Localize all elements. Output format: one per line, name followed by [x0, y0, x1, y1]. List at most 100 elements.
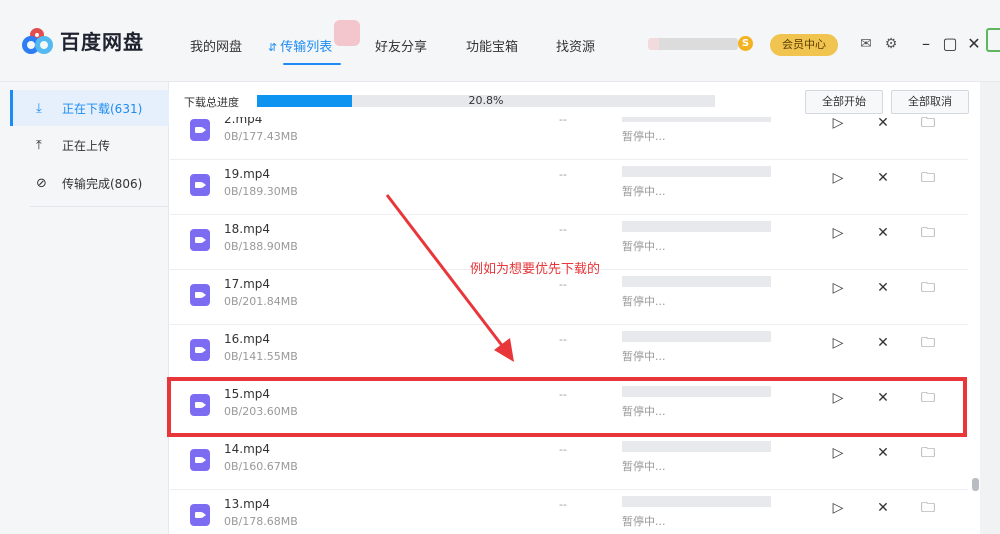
- table-row[interactable]: 14.mp4 0B/160.67MB -- 暂停中... ▷ ✕ 🗀: [170, 435, 968, 490]
- cancel-icon[interactable]: ✕: [875, 170, 891, 186]
- sidebar-item-completed[interactable]: ⊘ 传输完成(806): [10, 165, 169, 201]
- cancel-icon[interactable]: ✕: [875, 335, 891, 351]
- file-size: 0B/189.30MB: [224, 185, 298, 198]
- play-icon[interactable]: ▷: [830, 335, 846, 351]
- file-name: 17.mp4: [224, 277, 271, 291]
- file-progress-bar: [622, 441, 771, 452]
- folder-icon[interactable]: 🗀: [920, 280, 936, 296]
- app-title: 百度网盘: [60, 30, 144, 54]
- file-status: 暂停中...: [622, 185, 666, 198]
- settings-icon[interactable]: ⚙: [883, 36, 899, 52]
- nav-active-underline: [283, 63, 341, 65]
- cancel-icon[interactable]: ✕: [875, 280, 891, 296]
- background-window-edge: [980, 82, 1000, 534]
- file-status: 暂停中...: [622, 295, 666, 308]
- file-status: 暂停中...: [622, 350, 666, 363]
- cancel-icon[interactable]: ✕: [875, 500, 891, 516]
- total-progress-text: 20.8%: [468, 94, 504, 107]
- table-row[interactable]: 17.mp4 0B/201.84MB -- 暂停中... ▷ ✕ 🗀: [170, 270, 968, 325]
- file-name: 16.mp4: [224, 332, 271, 346]
- folder-icon[interactable]: 🗀: [920, 500, 936, 516]
- username-blurred[interactable]: [648, 38, 738, 50]
- download-speed: --: [559, 278, 567, 291]
- folder-icon[interactable]: 🗀: [920, 170, 936, 186]
- download-icon: ⤓: [36, 100, 42, 116]
- file-progress-bar: [622, 221, 771, 232]
- cancel-all-button[interactable]: 全部取消: [891, 90, 969, 114]
- download-list: 2.mp4 0B/177.43MB -- 暂停中... ▷ ✕ 🗀 19.mp4…: [170, 117, 968, 534]
- close-icon[interactable]: ✕: [965, 34, 983, 53]
- download-speed: --: [559, 333, 567, 346]
- download-speed: --: [559, 168, 567, 181]
- file-status: 暂停中...: [622, 130, 666, 143]
- file-name: 14.mp4: [224, 442, 271, 456]
- sidebar: ⤓ 正在下载(631) ⤒ 正在上传 ⊘ 传输完成(806): [0, 82, 169, 534]
- maximize-icon[interactable]: ▢: [941, 34, 959, 53]
- minimize-icon[interactable]: –: [917, 34, 935, 53]
- file-name: 18.mp4: [224, 222, 271, 236]
- file-size: 0B/177.43MB: [224, 130, 298, 143]
- mail-icon[interactable]: ✉: [858, 36, 874, 52]
- folder-icon[interactable]: 🗀: [920, 445, 936, 461]
- play-icon[interactable]: ▷: [830, 225, 846, 241]
- scrollbar-thumb[interactable]: [972, 478, 979, 491]
- file-size: 0B/178.68MB: [224, 515, 298, 528]
- play-icon[interactable]: ▷: [830, 500, 846, 516]
- file-size: 0B/201.84MB: [224, 295, 298, 308]
- upload-icon: ⤒: [36, 137, 42, 153]
- annotation-text: 例如为想要优先下载的: [470, 262, 601, 277]
- folder-icon[interactable]: 🗀: [920, 225, 936, 241]
- file-name: 13.mp4: [224, 497, 271, 511]
- sidebar-item-label: 传输完成(806): [62, 176, 143, 191]
- file-name: 19.mp4: [224, 167, 271, 181]
- cancel-icon[interactable]: ✕: [875, 445, 891, 461]
- nav-feature-box[interactable]: 功能宝箱: [466, 36, 518, 55]
- video-file-icon: [190, 449, 210, 471]
- sidebar-item-label: 正在上传: [62, 138, 111, 153]
- nav-find-resources[interactable]: 找资源: [556, 36, 595, 55]
- sidebar-item-downloading[interactable]: ⤓ 正在下载(631): [10, 90, 169, 126]
- download-speed: --: [559, 443, 567, 456]
- scrollbar-track[interactable]: [968, 117, 980, 534]
- video-file-icon: [190, 119, 210, 141]
- cancel-icon[interactable]: ✕: [875, 117, 891, 131]
- total-progress-bar: 20.8%: [257, 94, 715, 107]
- nav-friend-share[interactable]: 好友分享: [375, 36, 427, 55]
- vip-center-button[interactable]: 会员中心: [770, 34, 838, 56]
- play-icon[interactable]: ▷: [830, 170, 846, 186]
- download-progress-header: 下载总进度 20.8% 全部开始 全部取消: [170, 82, 1000, 120]
- download-speed: --: [559, 223, 567, 236]
- folder-icon[interactable]: 🗀: [920, 335, 936, 351]
- transfer-arrows-icon: ⇵: [268, 41, 278, 54]
- file-progress-bar: [622, 117, 771, 122]
- play-icon[interactable]: ▷: [830, 445, 846, 461]
- play-icon[interactable]: ▷: [830, 280, 846, 296]
- app-logo: 百度网盘: [22, 26, 144, 55]
- file-size: 0B/141.55MB: [224, 350, 298, 363]
- start-all-button[interactable]: 全部开始: [805, 90, 883, 114]
- file-progress-bar: [622, 496, 771, 507]
- highlight-box: [167, 377, 967, 437]
- sidebar-item-uploading[interactable]: ⤒ 正在上传: [10, 127, 169, 163]
- file-progress-bar: [622, 331, 771, 342]
- cancel-icon[interactable]: ✕: [875, 225, 891, 241]
- table-row[interactable]: 19.mp4 0B/189.30MB -- 暂停中... ▷ ✕ 🗀: [170, 160, 968, 215]
- file-status: 暂停中...: [622, 515, 666, 528]
- nav-transfer-list[interactable]: ⇵ 传输列表: [268, 36, 332, 55]
- file-size: 0B/160.67MB: [224, 460, 298, 473]
- file-status: 暂停中...: [622, 240, 666, 253]
- check-circle-icon: ⊘: [36, 175, 47, 191]
- video-file-icon: [190, 229, 210, 251]
- folder-icon[interactable]: 🗀: [920, 117, 936, 131]
- nav-my-disk[interactable]: 我的网盘: [190, 36, 242, 55]
- video-file-icon: [190, 174, 210, 196]
- table-row[interactable]: 16.mp4 0B/141.55MB -- 暂停中... ▷ ✕ 🗀: [170, 325, 968, 380]
- file-progress-bar: [622, 276, 771, 287]
- table-row[interactable]: 2.mp4 0B/177.43MB -- 暂停中... ▷ ✕ 🗀: [170, 117, 968, 160]
- play-icon[interactable]: ▷: [830, 117, 846, 131]
- table-row[interactable]: 13.mp4 0B/178.68MB -- 暂停中... ▷ ✕ 🗀: [170, 490, 968, 534]
- top-bar: 百度网盘 我的网盘 ⇵ 传输列表 好友分享 功能宝箱 找资源 S 会员中心 ✉ ⚙…: [0, 0, 1000, 82]
- download-speed: --: [559, 498, 567, 511]
- vip-level-badge: S: [738, 36, 753, 51]
- download-speed: --: [559, 117, 567, 126]
